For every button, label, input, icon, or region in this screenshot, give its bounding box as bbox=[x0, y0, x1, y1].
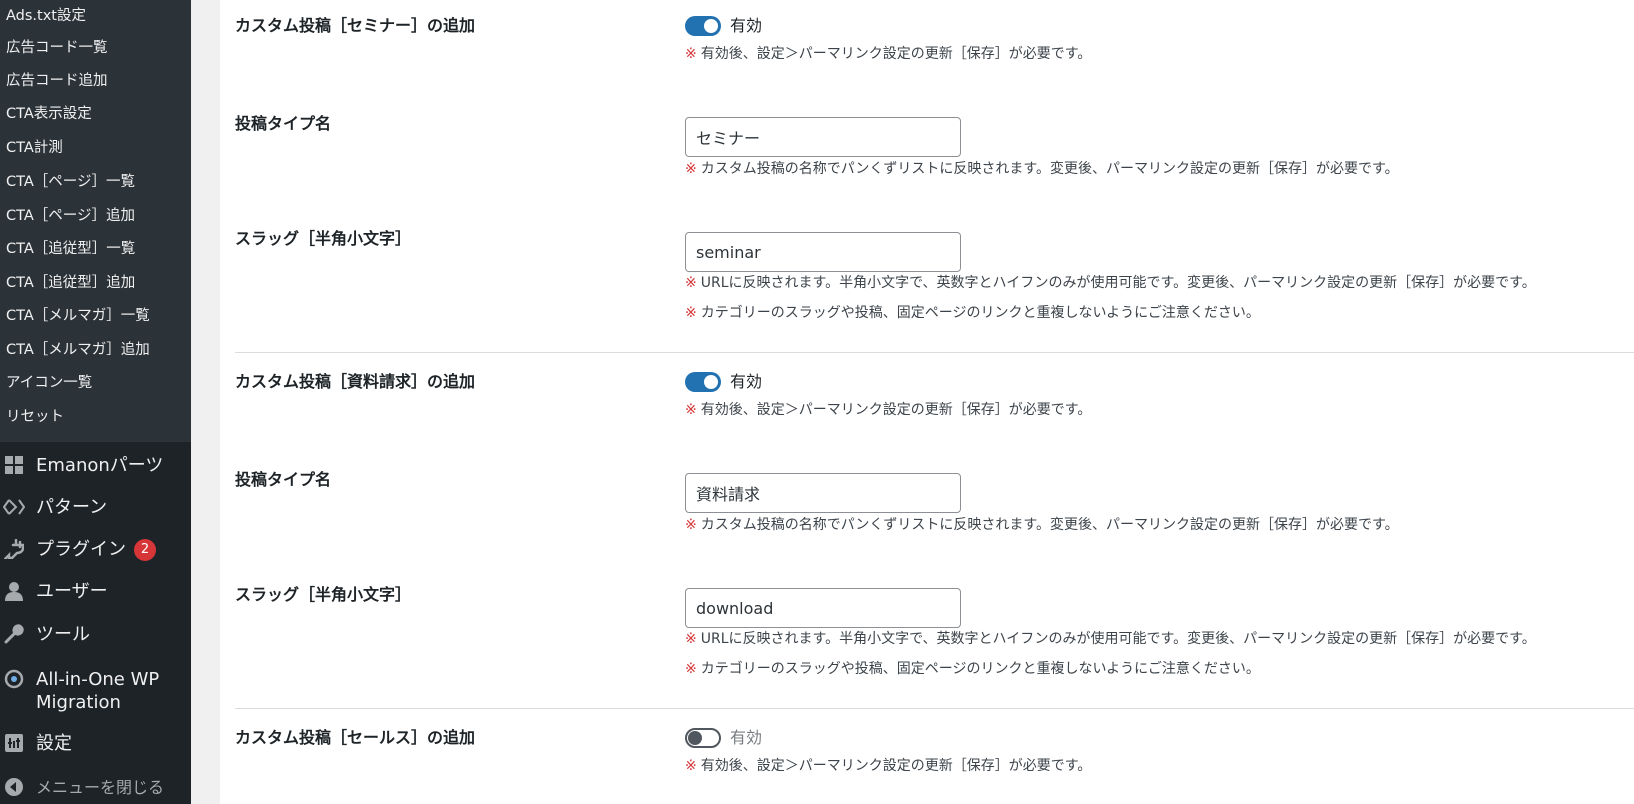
menu-item-emanon-parts[interactable]: Emanonパーツ bbox=[0, 447, 191, 483]
submenu-item-cta-mailmag-add[interactable]: CTA［メルマガ］追加 bbox=[6, 340, 150, 360]
toggle-text: 有効 bbox=[730, 728, 763, 747]
settings-form: カスタム投稿［セミナー］の追加 有効 ※ 有効後、設定＞パーマリンク設定の更新［保… bbox=[220, 0, 1634, 804]
menu-item-label: パターン bbox=[36, 496, 108, 518]
submenu-item-cta-mailmag-list[interactable]: CTA［メルマガ］一覧 bbox=[6, 306, 150, 326]
plug-icon bbox=[3, 538, 25, 560]
menu-item-label: プラグイン 2 bbox=[36, 538, 156, 561]
submenu-item-ads-txt[interactable]: Ads.txt設定 bbox=[6, 6, 86, 26]
grid-icon bbox=[3, 454, 25, 476]
submenu-item-cta-page-list[interactable]: CTA［ページ］一覧 bbox=[6, 172, 135, 192]
note-mark: ※ bbox=[685, 517, 697, 533]
download-enable-toggle[interactable] bbox=[685, 372, 721, 392]
submenu-item-cta-display[interactable]: CTA表示設定 bbox=[6, 104, 92, 124]
sales-enable-toggle[interactable] bbox=[685, 728, 721, 748]
note-mark: ※ bbox=[685, 758, 697, 774]
download-type-label: 投稿タイプ名 bbox=[235, 470, 332, 489]
menu-item-label: ユーザー bbox=[36, 580, 108, 602]
collapse-icon bbox=[3, 776, 25, 798]
download-slug-label: スラッグ［半角小文字］ bbox=[235, 585, 412, 604]
admin-sidebar: Ads.txt設定 広告コード一覧 広告コード追加 CTA表示設定 CTA計測 … bbox=[0, 0, 191, 804]
menu-item-plugins[interactable]: プラグイン 2 bbox=[0, 531, 191, 567]
menu-item-settings[interactable]: 設定 bbox=[0, 725, 191, 761]
collapse-menu-button[interactable]: メニューを閉じる bbox=[0, 769, 191, 804]
seminar-slug-label: スラッグ［半角小文字］ bbox=[235, 229, 412, 248]
help-text: ※ カテゴリーのスラッグや投稿、固定ページのリンクと重複しないようにご注意ください… bbox=[685, 661, 1260, 677]
menu-item-label: メニューを閉じる bbox=[36, 777, 165, 797]
note-mark: ※ bbox=[685, 161, 697, 177]
menu-item-label: All-in-One WP bbox=[36, 669, 160, 690]
help-text: ※ カテゴリーのスラッグや投稿、固定ページのリンクと重複しないようにご注意ください… bbox=[685, 305, 1260, 321]
download-slug-input[interactable] bbox=[685, 588, 961, 628]
submenu-item-reset[interactable]: リセット bbox=[6, 407, 64, 427]
migration-icon bbox=[3, 668, 25, 690]
toggle-knob bbox=[688, 731, 702, 745]
note-mark: ※ bbox=[685, 402, 697, 418]
help-text: ※ URLに反映されます。半角小文字で、英数字とハイフンのみが使用可能です。変更後… bbox=[685, 631, 1536, 647]
seminar-slug-input[interactable] bbox=[685, 232, 961, 272]
help-text: ※ 有効後、設定＞パーマリンク設定の更新［保存］が必要です。 bbox=[685, 46, 1092, 62]
download-enable-label: カスタム投稿［資料請求］の追加 bbox=[235, 372, 476, 391]
sales-enable-label: カスタム投稿［セールス］の追加 bbox=[235, 728, 476, 747]
note-mark: ※ bbox=[685, 46, 697, 62]
menu-item-tools[interactable]: ツール bbox=[0, 616, 191, 652]
menu-item-label: Emanonパーツ bbox=[36, 454, 164, 476]
note-mark: ※ bbox=[685, 305, 697, 321]
toggle-knob bbox=[704, 375, 718, 389]
submenu-item-ad-code-list[interactable]: 広告コード一覧 bbox=[6, 38, 108, 58]
menu-item-users[interactable]: ユーザー bbox=[0, 573, 191, 609]
menu-item-label: ツール bbox=[36, 623, 90, 645]
help-text: ※ URLに反映されます。半角小文字で、英数字とハイフンのみが使用可能です。変更後… bbox=[685, 275, 1536, 291]
menu-item-patterns[interactable]: パターン bbox=[0, 489, 191, 525]
diamond-icon bbox=[3, 496, 25, 518]
submenu-item-icon-list[interactable]: アイコン一覧 bbox=[6, 373, 92, 393]
settings-icon bbox=[3, 732, 25, 754]
menu-item-label-line2: Migration bbox=[36, 692, 121, 713]
seminar-enable-toggle[interactable] bbox=[685, 16, 721, 36]
submenu-item-cta-follow-list[interactable]: CTA［追従型］一覧 bbox=[6, 239, 135, 259]
toggle-knob bbox=[704, 19, 718, 33]
submenu-item-ad-code-add[interactable]: 広告コード追加 bbox=[6, 71, 108, 91]
update-count-badge: 2 bbox=[134, 538, 156, 561]
help-text: ※ カスタム投稿の名称でパンくずリストに反映されます。変更後、パーマリンク設定の更… bbox=[685, 161, 1399, 177]
wrench-icon bbox=[3, 623, 25, 645]
submenu-item-cta-page-add[interactable]: CTA［ページ］追加 bbox=[6, 206, 135, 226]
note-mark: ※ bbox=[685, 631, 697, 647]
submenu: Ads.txt設定 広告コード一覧 広告コード追加 CTA表示設定 CTA計測 … bbox=[0, 0, 191, 442]
toggle-text: 有効 bbox=[730, 16, 763, 35]
help-text: ※ 有効後、設定＞パーマリンク設定の更新［保存］が必要です。 bbox=[685, 402, 1092, 418]
user-icon bbox=[3, 580, 25, 602]
section-divider bbox=[235, 708, 1634, 709]
help-text: ※ カスタム投稿の名称でパンくずリストに反映されます。変更後、パーマリンク設定の更… bbox=[685, 517, 1399, 533]
note-mark: ※ bbox=[685, 661, 697, 677]
download-type-name-input[interactable] bbox=[685, 473, 961, 513]
seminar-type-label: 投稿タイプ名 bbox=[235, 114, 332, 133]
toggle-text: 有効 bbox=[730, 372, 763, 391]
section-divider bbox=[235, 352, 1634, 353]
submenu-item-cta-measure[interactable]: CTA計測 bbox=[6, 138, 63, 158]
seminar-enable-label: カスタム投稿［セミナー］の追加 bbox=[235, 16, 476, 35]
menu-item-label: 設定 bbox=[36, 732, 72, 754]
submenu-item-cta-follow-add[interactable]: CTA［追従型］追加 bbox=[6, 273, 135, 293]
seminar-type-name-input[interactable] bbox=[685, 117, 961, 157]
note-mark: ※ bbox=[685, 275, 697, 291]
menu-item-all-in-one-wp-migration[interactable]: All-in-One WP Migration bbox=[0, 662, 191, 713]
help-text: ※ 有効後、設定＞パーマリンク設定の更新［保存］が必要です。 bbox=[685, 758, 1092, 774]
